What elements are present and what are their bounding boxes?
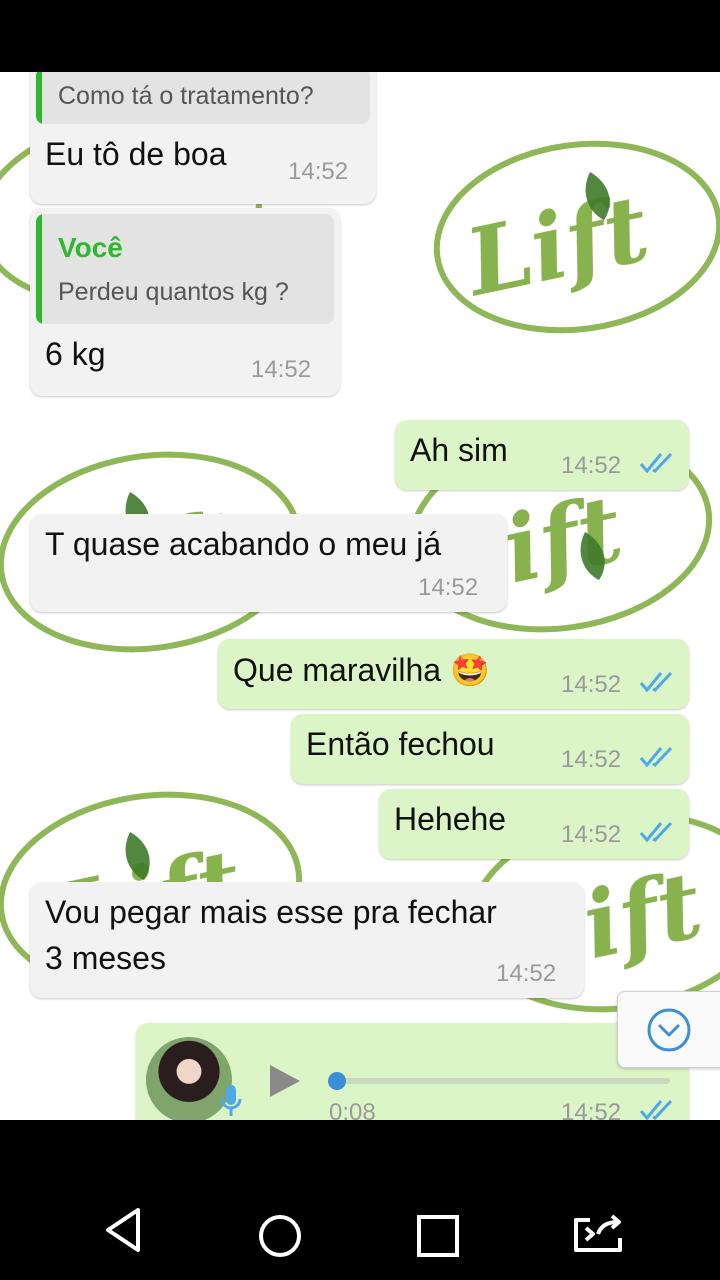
message-text: Eu tô de boa — [45, 136, 227, 172]
chevron-down-icon — [647, 1008, 691, 1052]
message-bubble-outgoing[interactable]: Ah sim 14:52 — [395, 420, 689, 490]
message-bubble-incoming[interactable]: Como tá o tratamento? Eu tô de boa 14:52 — [30, 72, 376, 204]
message-time: 14:52 — [561, 671, 622, 698]
message-text-line: 3 meses — [45, 940, 166, 976]
message-time: 14:52 — [251, 356, 312, 383]
quoted-message-text: Perdeu quantos kg ? — [58, 278, 289, 306]
wallpaper-logo-text: Lift — [454, 174, 657, 318]
message-bubble-outgoing[interactable]: Hehehe 14:52 — [379, 789, 689, 859]
message-text: 6 kg — [45, 336, 106, 372]
chat-area[interactable]: Lift Lift Lift Lift Lift Como tá o trata… — [0, 72, 720, 1120]
voice-duration: 0:08 — [329, 1099, 376, 1120]
message-bubble-incoming[interactable]: T quase acabando o meu já 14:52 — [30, 514, 507, 612]
message-time: 14:52 — [561, 452, 622, 479]
message-text: Então fechou — [306, 726, 495, 762]
message-time: 14:52 — [561, 746, 622, 773]
message-text: Ah sim — [410, 432, 508, 468]
message-bubble-outgoing[interactable]: Então fechou 14:52 — [291, 714, 689, 784]
quoted-message-author: Você — [58, 232, 123, 263]
message-text: Hehehe — [394, 801, 507, 837]
message-time: 14:52 — [561, 1099, 622, 1120]
home-icon[interactable] — [250, 1200, 310, 1260]
recents-icon[interactable] — [408, 1200, 468, 1260]
message-bubble-outgoing[interactable]: Que maravilha 🤩 14:52 — [218, 639, 689, 709]
quote-accent-bar — [36, 72, 42, 124]
quoted-message-text: Como tá o tratamento? — [58, 82, 314, 110]
voice-progress-track[interactable] — [332, 1078, 670, 1084]
quoted-message[interactable]: Você Perdeu quantos kg ? — [36, 214, 334, 324]
message-time: 14:52 — [418, 574, 479, 601]
voice-message-bubble[interactable]: 0:08 14:52 — [136, 1023, 689, 1120]
microphone-icon — [220, 1085, 242, 1116]
message-text-line: Vou pegar mais esse pra fechar — [45, 894, 497, 930]
message-time: 14:52 — [561, 821, 622, 848]
quoted-message[interactable]: Como tá o tratamento? — [36, 72, 370, 124]
voice-progress-handle[interactable] — [328, 1072, 346, 1090]
play-icon[interactable] — [268, 1063, 302, 1099]
message-time: 14:52 — [288, 158, 349, 185]
message-text: Que maravilha 🤩 — [233, 652, 490, 688]
message-time: 14:52 — [496, 960, 557, 987]
read-receipt-icon — [639, 1099, 673, 1120]
read-receipt-icon — [639, 671, 673, 693]
screen-cast-icon[interactable] — [568, 1200, 628, 1260]
message-text: T quase acabando o meu já — [45, 526, 442, 562]
read-receipt-icon — [639, 452, 673, 474]
back-icon[interactable] — [100, 1200, 160, 1260]
read-receipt-icon — [639, 821, 673, 843]
message-bubble-incoming[interactable]: Você Perdeu quantos kg ? 6 kg 14:52 — [30, 208, 340, 396]
status-bar — [0, 0, 720, 72]
read-receipt-icon — [639, 746, 673, 768]
scroll-to-bottom-button[interactable] — [617, 991, 720, 1068]
message-bubble-incoming[interactable]: Vou pegar mais esse pra fechar 3 meses 1… — [30, 882, 584, 998]
quote-accent-bar — [36, 214, 42, 324]
